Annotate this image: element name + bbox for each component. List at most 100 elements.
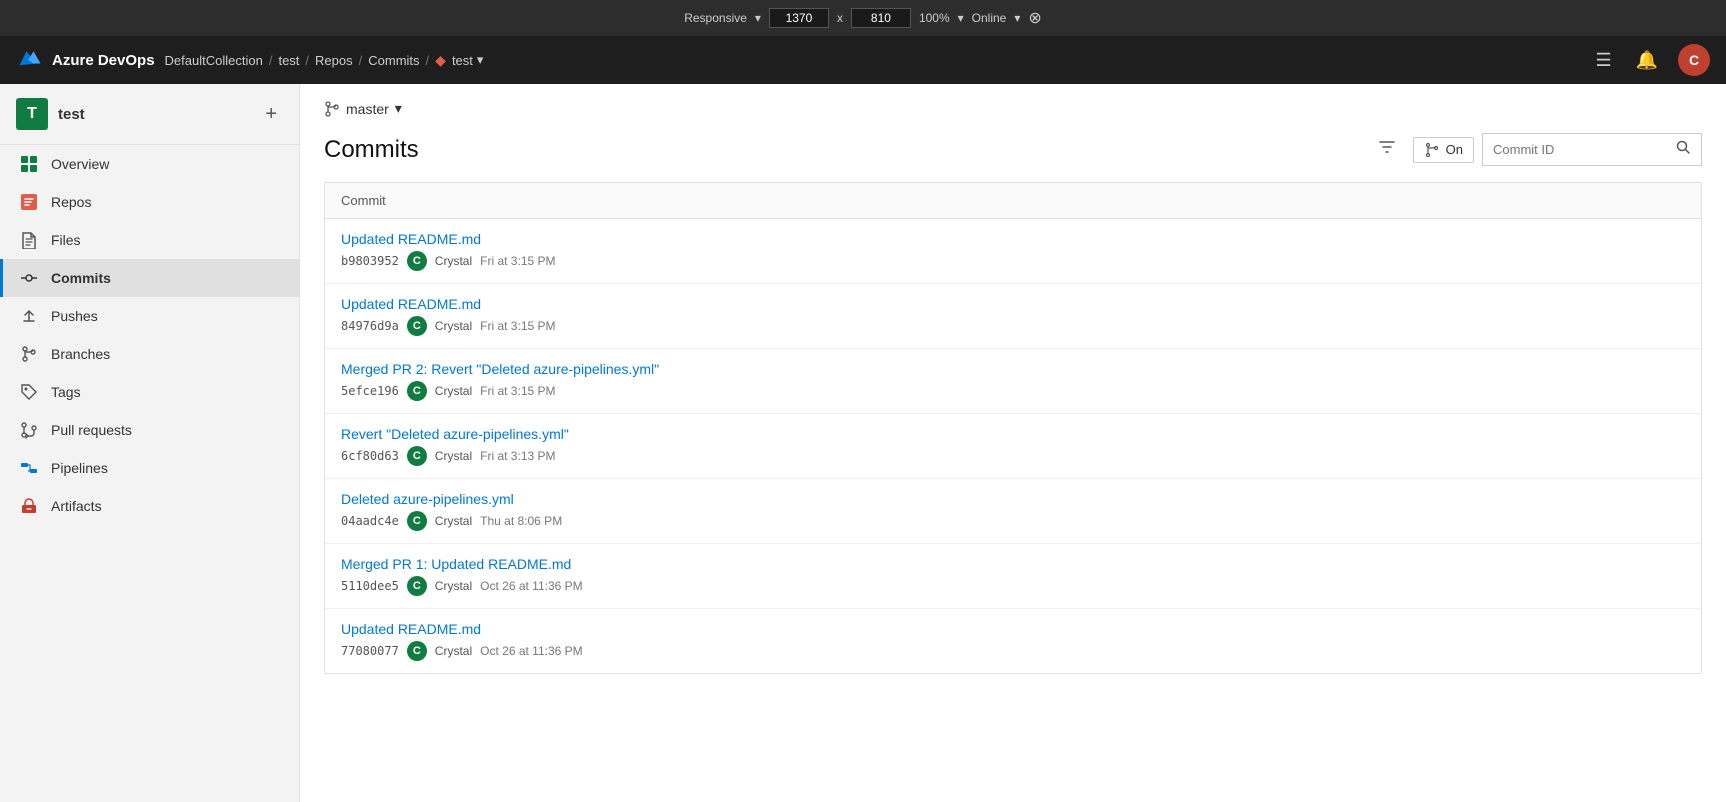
repos-icon [19,193,39,211]
filter-icon [1377,137,1397,157]
author-avatar: C [407,316,427,336]
breadcrumb-collection[interactable]: DefaultCollection [165,53,263,68]
commit-hash: 77080077 [341,644,399,658]
branch-chevron-icon: ▾ [477,52,484,68]
author-avatar: C [407,576,427,596]
commit-meta: 77080077 C Crystal Oct 26 at 11:36 PM [341,641,1685,661]
sidebar-item-artifacts[interactable]: Artifacts [0,487,299,525]
commit-meta: 84976d9a C Crystal Fri at 3:15 PM [341,316,1685,336]
commit-row[interactable]: Merged PR 1: Updated README.md 5110dee5 … [325,544,1701,609]
commit-row[interactable]: Updated README.md b9803952 C Crystal Fri… [325,219,1701,284]
commits-icon [19,269,39,287]
commit-date: Oct 26 at 11:36 PM [480,579,583,593]
sidebar-item-files[interactable]: Files [0,221,299,259]
author-name: Crystal [435,449,472,463]
breadcrumb-commits[interactable]: Commits [368,53,419,68]
commit-id-container [1482,133,1702,166]
height-input[interactable] [851,8,911,28]
sidebar-item-pipelines-label: Pipelines [51,460,283,476]
bell-icon-button[interactable]: 🔔 [1632,46,1662,75]
add-project-button[interactable]: + [259,101,283,128]
files-icon [19,231,39,249]
sidebar-item-artifacts-label: Artifacts [51,498,283,514]
branch-chevron: ▾ [395,100,402,117]
commit-hash: b9803952 [341,254,399,268]
sidebar-item-repos[interactable]: Repos [0,183,299,221]
commit-date: Thu at 8:06 PM [480,514,562,528]
sidebar-item-pushes[interactable]: Pushes [0,297,299,335]
author-avatar: C [407,511,427,531]
commit-hash: 6cf80d63 [341,449,399,463]
azure-logo-icon [16,46,44,74]
commit-date: Fri at 3:13 PM [480,449,555,463]
commit-date: Oct 26 at 11:36 PM [480,644,583,658]
tags-icon [19,383,39,401]
project-name: test [58,106,249,123]
breadcrumb-repos[interactable]: Repos [315,53,353,68]
branch-selector[interactable]: master ▾ [324,100,1702,117]
page-title: Commits [324,136,1369,164]
sidebar-item-pushes-label: Pushes [51,308,283,324]
sidebar-item-commits-label: Commits [51,270,283,286]
commit-row[interactable]: Deleted azure-pipelines.yml 04aadc4e C C… [325,479,1701,544]
sep4: / [426,53,430,68]
git-graph-icon [1424,142,1440,158]
sidebar-item-tags[interactable]: Tags [0,373,299,411]
author-name: Crystal [435,579,472,593]
list-icon-button[interactable]: ☰ [1591,46,1615,75]
pushes-icon [19,307,39,325]
breadcrumb-branch[interactable]: test ▾ [452,52,484,68]
azure-devops-logo[interactable]: Azure DevOps [16,46,155,74]
commit-title: Merged PR 1: Updated README.md [341,556,1685,572]
branch-name: master [346,101,389,117]
author-avatar: C [407,446,427,466]
sidebar-item-branches-label: Branches [51,346,283,362]
sidebar-item-pull-requests[interactable]: Pull requests [0,411,299,449]
on-toggle-button[interactable]: On [1413,137,1474,163]
commit-title: Merged PR 2: Revert "Deleted azure-pipel… [341,361,1685,377]
sidebar-project: T test + [0,84,299,145]
x-label: x [837,11,843,25]
sidebar-item-commits[interactable]: Commits [0,259,299,297]
commit-row[interactable]: Updated README.md 84976d9a C Crystal Fri… [325,284,1701,349]
commit-hash: 5110dee5 [341,579,399,593]
author-name: Crystal [435,384,472,398]
author-avatar: C [407,381,427,401]
commit-row[interactable]: Updated README.md 77080077 C Crystal Oct… [325,609,1701,673]
commit-hash: 04aadc4e [341,514,399,528]
branch-selector-icon [324,101,340,117]
project-avatar: T [16,98,48,130]
sidebar-item-pipelines[interactable]: Pipelines [0,449,299,487]
commit-date: Fri at 3:15 PM [480,384,555,398]
sep3: / [359,53,363,68]
overview-icon [19,155,39,173]
sidebar-item-branches[interactable]: Branches [0,335,299,373]
user-avatar[interactable]: C [1678,44,1710,76]
sidebar-item-overview-label: Overview [51,156,283,172]
settings-icon[interactable]: ⊗ [1028,8,1041,28]
commit-title: Deleted azure-pipelines.yml [341,491,1685,507]
online-dropdown-icon: ▾ [1014,11,1020,25]
width-input[interactable] [769,8,829,28]
commits-table-header: Commit [325,183,1701,219]
sidebar: T test + Overview Repos Files [0,84,300,802]
commit-row[interactable]: Revert "Deleted azure-pipelines.yml" 6cf… [325,414,1701,479]
commit-hash: 84976d9a [341,319,399,333]
toolbar-right: On [1369,133,1702,166]
branch-icon: ◆ [435,52,446,69]
commit-meta: 5efce196 C Crystal Fri at 3:15 PM [341,381,1685,401]
branch-label: test [452,53,473,68]
sidebar-item-overview[interactable]: Overview [0,145,299,183]
commit-title: Revert "Deleted azure-pipelines.yml" [341,426,1685,442]
sidebar-item-repos-label: Repos [51,194,283,210]
filter-button[interactable] [1369,133,1405,166]
breadcrumb-project[interactable]: test [278,53,299,68]
main-layout: T test + Overview Repos Files [0,84,1726,802]
commit-row[interactable]: Merged PR 2: Revert "Deleted azure-pipel… [325,349,1701,414]
sidebar-item-files-label: Files [51,232,283,248]
commit-id-search-button[interactable] [1675,139,1691,160]
app-name-label: Azure DevOps [52,52,155,69]
commit-title: Updated README.md [341,621,1685,637]
commit-id-input[interactable] [1493,142,1673,157]
commit-date: Fri at 3:15 PM [480,319,555,333]
